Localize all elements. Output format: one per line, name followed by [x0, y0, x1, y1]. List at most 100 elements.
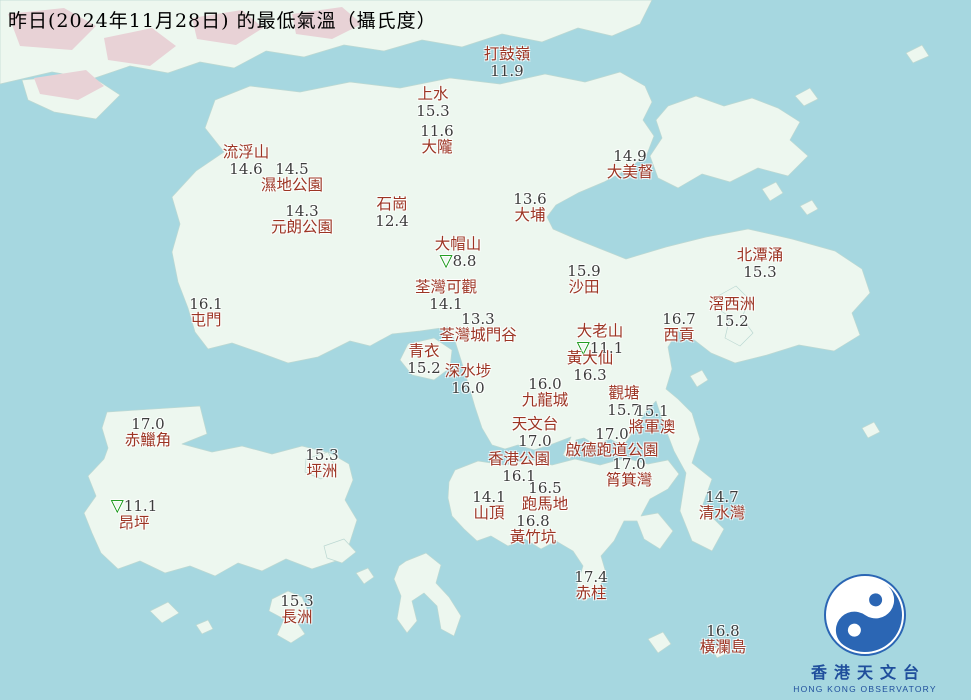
station-name: 荃灣城門谷 [439, 326, 517, 345]
station-name: 大埔 [514, 206, 546, 225]
station-name: 上水 [417, 85, 449, 103]
station-name: 天文台 [511, 415, 559, 433]
station-value: 17.0 [595, 425, 629, 443]
station-label: 大帽山 ▽ 8.8 [435, 236, 482, 270]
station-name: 石崗 [376, 195, 408, 213]
station-label: 17.0 筲箕灣 [606, 456, 653, 489]
station-label: 黃大仙 16.3 [567, 350, 614, 383]
station-value: 17.0 [518, 431, 552, 450]
station-label: 16.8 黃竹坑 [510, 513, 557, 546]
station-name: 元朗公園 [270, 218, 334, 237]
station-label: 天文台 17.0 [512, 416, 559, 449]
station-name: 黃竹坑 [509, 528, 557, 547]
station-label: 15.3 長洲 [280, 593, 313, 626]
summit-triangle-icon: ▽ [439, 250, 453, 271]
station-label: 11.6 大隴 [420, 123, 453, 156]
station-value: ▽ 11.1 [110, 496, 158, 516]
station-label: 17.0 啟德跑道公園 [565, 426, 658, 459]
station-label: 深水埗 16.0 [445, 363, 492, 396]
station-value: 15.3 [416, 101, 450, 120]
station-value: 16.0 [451, 378, 485, 397]
station-label: 荃灣可觀 14.1 [415, 279, 477, 312]
station-label: 17.0 赤鱲角 [125, 416, 172, 449]
station-value: 15.3 [305, 446, 339, 464]
hko-logo-icon [824, 574, 906, 656]
station-label: ▽ 11.1 昂坪 [111, 498, 157, 532]
station-label: 青衣 15.2 [407, 343, 440, 376]
station-name: 清水灣 [698, 504, 746, 523]
station-label: 15.3 坪洲 [305, 447, 338, 480]
station-name: 青衣 [408, 342, 440, 360]
station-name: 坪洲 [306, 462, 338, 481]
station-label: 16.1 屯門 [189, 296, 222, 329]
station-value: 14.9 [613, 147, 647, 165]
hko-logo: 香港天文台 HONG KONG OBSERVATORY [775, 573, 955, 694]
station-name: 赤鱲角 [124, 431, 172, 450]
station-name: 濕地公園 [260, 176, 324, 195]
station-label: 打鼓嶺 11.9 [484, 46, 531, 79]
station-value: 14.6 [229, 159, 263, 178]
station-name: 深水埗 [444, 362, 492, 380]
station-value: 14.5 [275, 160, 309, 178]
station-name: 山頂 [473, 504, 505, 523]
station-name: 屯門 [190, 311, 222, 330]
temperature-map-page: 昨日(2024年11月28日) 的最低氣溫（攝氏度） 打鼓嶺 11.9 上水 15.3… [0, 0, 971, 700]
station-value: 16.0 [528, 375, 562, 393]
station-value: 16.3 [573, 365, 607, 384]
station-value: 16.7 [662, 310, 696, 328]
station-name: 長洲 [281, 608, 313, 627]
station-name: 筲箕灣 [605, 471, 653, 490]
station-name: 黃大仙 [566, 349, 614, 367]
station-value: 17.0 [131, 415, 165, 433]
station-value: 16.8 [706, 622, 740, 640]
station-label: 13.3 荃灣城門谷 [439, 311, 517, 344]
station-label: 上水 15.3 [416, 86, 449, 119]
station-label: 13.6 大埔 [513, 191, 546, 224]
station-label: 14.9 大美督 [607, 148, 654, 181]
station-value: 17.0 [612, 455, 646, 473]
station-value: 16.1 [189, 295, 223, 313]
station-label: 石崗 12.4 [375, 196, 408, 229]
station-label: 14.1 山頂 [472, 489, 505, 522]
station-label: 14.5 濕地公園 [261, 161, 323, 194]
station-label: 16.0 九龍城 [522, 376, 569, 409]
station-value: 14.1 [472, 488, 506, 506]
station-name: 香港公園 [487, 450, 551, 468]
station-value: 11.9 [490, 61, 524, 80]
hko-logo-name-en: HONG KONG OBSERVATORY [793, 684, 937, 694]
station-value: 15.3 [743, 262, 777, 281]
station-name: 大美督 [606, 163, 654, 182]
station-name: 荃灣可觀 [414, 278, 478, 296]
station-name: 滘西洲 [708, 295, 756, 313]
station-label: 14.7 清水灣 [699, 489, 746, 522]
station-value: 13.3 [461, 310, 495, 328]
station-value: 14.3 [285, 202, 319, 220]
station-label: 16.5 跑馬地 [522, 480, 569, 513]
station-value: 13.6 [513, 190, 547, 208]
station-value: 15.3 [280, 592, 314, 610]
station-label: 16.8 橫瀾島 [700, 623, 747, 656]
station-label: 16.7 西貢 [662, 311, 695, 344]
station-label: 滘西洲 15.2 [709, 296, 756, 329]
station-name: 打鼓嶺 [483, 45, 531, 63]
station-name: 北潭涌 [736, 246, 784, 264]
station-label: 14.3 元朗公園 [271, 203, 333, 236]
station-value: 16.8 [516, 512, 550, 530]
station-label: 17.4 赤柱 [574, 569, 607, 602]
station-name: 昂坪 [118, 514, 150, 532]
station-label: 15.9 沙田 [567, 263, 600, 296]
station-value: 15.9 [567, 262, 601, 280]
station-value: 15.1 [635, 402, 669, 420]
station-value: 11.6 [420, 122, 454, 140]
station-name: 九龍城 [521, 391, 569, 410]
station-name: 流浮山 [222, 143, 270, 161]
station-label: 北潭涌 15.3 [737, 247, 784, 280]
station-value: 14.1 [429, 294, 463, 313]
station-value: 12.4 [375, 211, 409, 230]
station-value: 15.2 [715, 311, 749, 330]
station-name: 觀塘 [608, 384, 640, 402]
station-value: ▽ 8.8 [439, 250, 477, 271]
station-name: 橫瀾島 [699, 638, 747, 657]
summit-triangle-icon: ▽ [110, 496, 124, 516]
station-name: 赤柱 [575, 584, 607, 603]
